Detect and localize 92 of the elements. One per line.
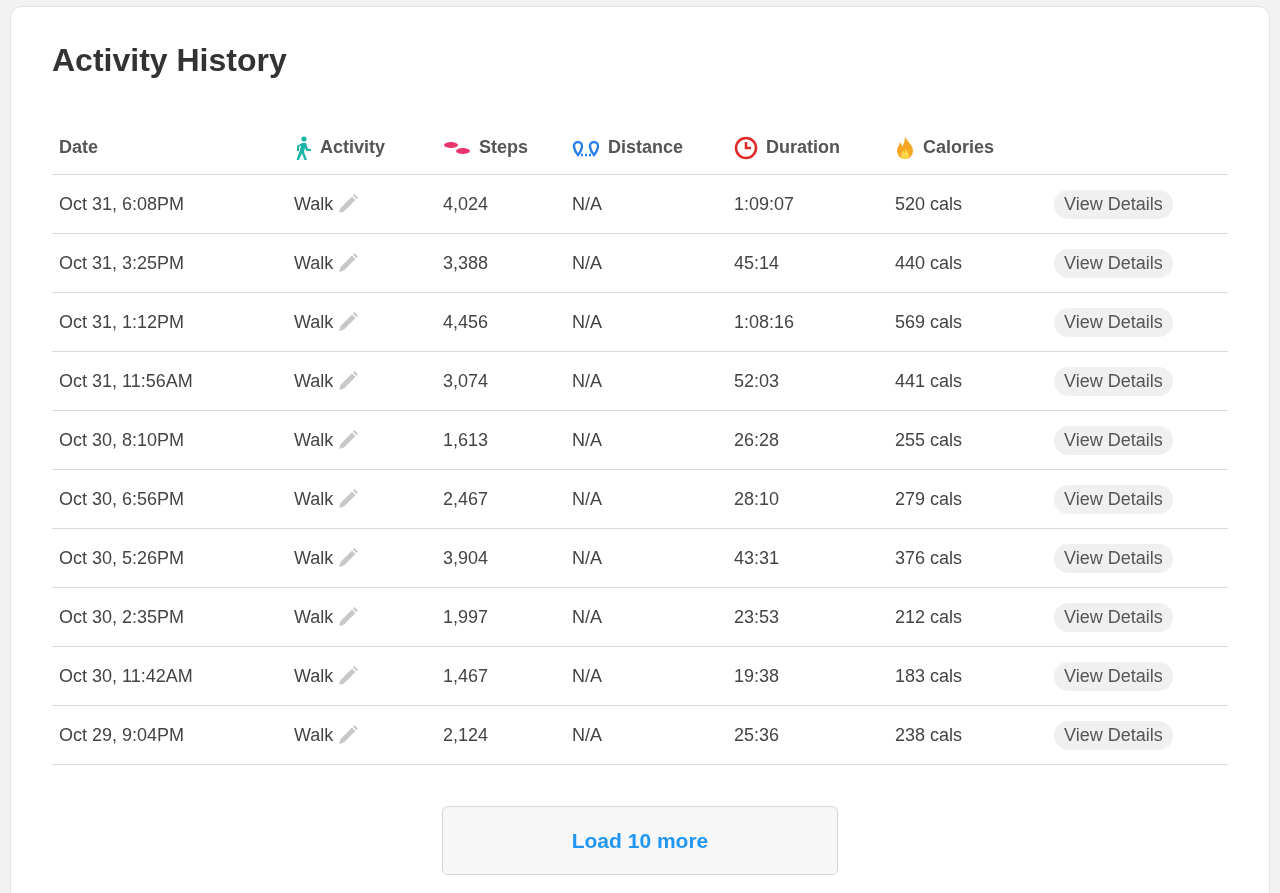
distance-cell: N/A xyxy=(572,488,602,509)
page-title: Activity History xyxy=(52,41,288,79)
date-cell: Oct 31, 6:08PM xyxy=(59,193,185,214)
pencil-icon[interactable] xyxy=(337,370,360,392)
date-cell: Oct 30, 2:35PM xyxy=(59,606,185,627)
distance-cell: N/A xyxy=(572,193,602,214)
steps-cell: 3,904 xyxy=(443,547,489,568)
steps-cell: 2,124 xyxy=(443,724,489,745)
calories-cell: 520 cals xyxy=(895,193,963,214)
activity-cell-text: Walk xyxy=(294,310,334,334)
pencil-icon[interactable] xyxy=(337,606,360,628)
pencil-icon[interactable] xyxy=(337,665,360,687)
activity-cell-text: Walk xyxy=(294,546,334,570)
steps-cell: 1,467 xyxy=(443,665,489,686)
date-cell: Oct 30, 5:26PM xyxy=(59,547,185,568)
calories-cell: 255 cals xyxy=(895,429,963,450)
steps-cell: 3,388 xyxy=(443,252,489,273)
date-cell: Oct 30, 8:10PM xyxy=(59,429,185,450)
pencil-icon[interactable] xyxy=(337,311,360,333)
activity-cell-text: Walk xyxy=(294,487,334,511)
duration-cell: 26:28 xyxy=(734,429,780,450)
view-details-button[interactable]: View Details xyxy=(1054,366,1173,396)
calories-cell: 440 cals xyxy=(895,252,963,273)
distance-cell: N/A xyxy=(572,429,602,450)
column-header: Activity xyxy=(320,136,386,159)
location-pins-icon xyxy=(572,138,600,157)
steps-cell: 1,613 xyxy=(443,429,489,450)
calories-cell: 238 cals xyxy=(895,724,963,745)
column-header: Distance xyxy=(608,136,684,159)
activity-cell-text: Walk xyxy=(294,723,334,747)
view-details-button[interactable]: View Details xyxy=(1054,307,1173,337)
distance-cell: N/A xyxy=(572,311,602,332)
duration-cell: 1:08:16 xyxy=(734,311,795,332)
distance-cell: N/A xyxy=(572,606,602,627)
pencil-icon[interactable] xyxy=(337,429,360,451)
distance-cell: N/A xyxy=(572,370,602,391)
date-cell: Oct 31, 1:12PM xyxy=(59,311,185,332)
activity-cell-text: Walk xyxy=(294,192,334,216)
calories-cell: 279 cals xyxy=(895,488,963,509)
view-details-button[interactable]: View Details xyxy=(1054,484,1173,514)
date-cell: Oct 30, 6:56PM xyxy=(59,488,185,509)
view-details-button[interactable]: View Details xyxy=(1054,543,1173,573)
pencil-icon[interactable] xyxy=(337,488,360,510)
duration-cell: 25:36 xyxy=(734,724,780,745)
column-header: Calories xyxy=(923,136,995,159)
date-cell: Oct 30, 11:42AM xyxy=(59,665,193,686)
view-details-button[interactable]: View Details xyxy=(1054,425,1173,455)
pencil-icon[interactable] xyxy=(337,193,360,215)
distance-cell: N/A xyxy=(572,724,602,745)
steps-cell: 4,456 xyxy=(443,311,489,332)
duration-cell: 52:03 xyxy=(734,370,780,391)
duration-cell: 43:31 xyxy=(734,547,780,568)
steps-cell: 2,467 xyxy=(443,488,489,509)
activity-cell-text: Walk xyxy=(294,605,334,629)
steps-cell: 1,997 xyxy=(443,606,489,627)
date-cell: Oct 31, 3:25PM xyxy=(59,252,185,273)
calories-cell: 376 cals xyxy=(895,547,963,568)
distance-cell: N/A xyxy=(572,252,602,273)
pencil-icon[interactable] xyxy=(337,724,360,746)
view-details-button[interactable]: View Details xyxy=(1054,661,1173,691)
date-cell: Oct 31, 11:56AM xyxy=(59,370,193,391)
date-cell: Oct 29, 9:04PM xyxy=(59,724,185,745)
calories-cell: 441 cals xyxy=(895,370,963,391)
clock-icon xyxy=(734,135,758,160)
column-header: Steps xyxy=(479,136,529,159)
steps-cell: 3,074 xyxy=(443,370,489,391)
duration-cell: 45:14 xyxy=(734,252,780,273)
activity-cell-text: Walk xyxy=(294,428,334,452)
duration-cell: 1:09:07 xyxy=(734,193,795,214)
calories-cell: 212 cals xyxy=(895,606,963,627)
view-details-button[interactable]: View Details xyxy=(1054,720,1173,750)
view-details-button[interactable]: View Details xyxy=(1054,248,1173,278)
column-header: Date xyxy=(59,136,98,159)
distance-cell: N/A xyxy=(572,665,602,686)
steps-cell: 4,024 xyxy=(443,193,489,214)
flame-icon xyxy=(895,135,915,160)
duration-cell: 19:38 xyxy=(734,665,780,686)
activity-cell-text: Walk xyxy=(294,369,334,393)
pencil-icon[interactable] xyxy=(337,547,360,569)
activity-cell-text: Walk xyxy=(294,664,334,688)
duration-cell: 28:10 xyxy=(734,488,780,509)
calories-cell: 569 cals xyxy=(895,311,963,332)
walker-icon xyxy=(294,135,312,160)
duration-cell: 23:53 xyxy=(734,606,780,627)
calories-cell: 183 cals xyxy=(895,665,963,686)
activity-cell-text: Walk xyxy=(294,251,334,275)
footprints-icon xyxy=(443,139,471,156)
view-details-button[interactable]: View Details xyxy=(1054,189,1173,219)
distance-cell: N/A xyxy=(572,547,602,568)
view-details-button[interactable]: View Details xyxy=(1054,602,1173,632)
column-header: Duration xyxy=(766,136,840,159)
pencil-icon[interactable] xyxy=(337,252,360,274)
